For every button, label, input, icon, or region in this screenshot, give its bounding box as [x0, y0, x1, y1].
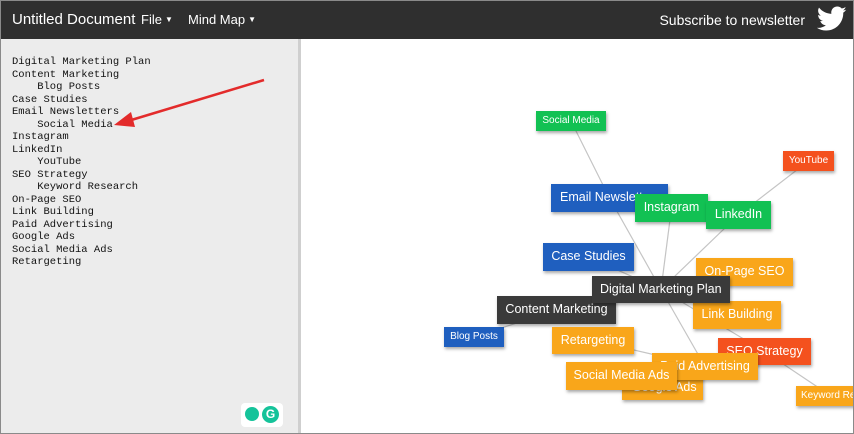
node-label: YouTube [788, 155, 829, 166]
mind-map-menu-label: Mind Map [188, 12, 246, 27]
node-youtube[interactable]: YouTube [783, 151, 834, 171]
node-case-studies[interactable]: Case Studies [543, 243, 634, 271]
node-label: Keyword Research [801, 390, 853, 401]
outline-line[interactable]: LinkedIn [12, 144, 151, 157]
outline-line[interactable]: SEO Strategy [12, 169, 151, 182]
mind-map-canvas[interactable]: Social Media YouTube Email Newsletters C… [301, 39, 853, 433]
node-social-media[interactable]: Social Media [536, 111, 606, 131]
lightbulb-icon[interactable] [245, 407, 259, 421]
grammarly-widget[interactable]: G [241, 403, 283, 427]
red-arrow-annotation [114, 78, 265, 127]
node-retargeting[interactable]: Retargeting [552, 327, 634, 354]
node-instagram[interactable]: Instagram [635, 194, 708, 222]
node-label: Content Marketing [505, 302, 608, 316]
node-label: Social Media Ads [573, 368, 670, 382]
node-label: Digital Marketing Plan [600, 282, 722, 296]
outline-line[interactable]: Link Building [12, 206, 151, 219]
file-menu-label: File [141, 12, 162, 27]
node-label: Instagram [643, 200, 700, 214]
node-keyword-research[interactable]: Keyword Research [796, 386, 853, 406]
outline-line[interactable]: Retargeting [12, 256, 151, 269]
node-digital-marketing-plan[interactable]: Digital Marketing Plan [592, 276, 730, 303]
chevron-down-icon: ▼ [248, 15, 256, 24]
outline-line[interactable]: Paid Advertising [12, 219, 151, 232]
grammarly-icon[interactable]: G [262, 406, 279, 423]
node-blog-posts[interactable]: Blog Posts [444, 327, 504, 347]
outline-line[interactable]: Google Ads [12, 231, 151, 244]
file-menu[interactable]: File ▼ [141, 12, 173, 27]
node-label: Social Media [542, 115, 600, 126]
outline-line[interactable]: Keyword Research [12, 181, 151, 194]
outline-line[interactable]: Social Media Ads [12, 244, 151, 257]
node-label: Retargeting [560, 333, 626, 347]
outline-line[interactable]: YouTube [12, 156, 151, 169]
top-navbar: Untitled Document File ▼ Mind Map ▼ Subscr… [1, 1, 853, 39]
node-link-building[interactable]: Link Building [693, 301, 781, 329]
node-linkedin[interactable]: LinkedIn [706, 201, 771, 229]
outline-line[interactable]: On-Page SEO [12, 194, 151, 207]
app-window: Untitled Document File ▼ Mind Map ▼ Subscr… [0, 0, 854, 434]
node-label: Blog Posts [450, 331, 498, 342]
node-label: Link Building [701, 307, 773, 321]
node-label: Case Studies [551, 249, 626, 263]
node-label: LinkedIn [714, 207, 763, 221]
mind-map-menu[interactable]: Mind Map ▼ [188, 12, 256, 27]
twitter-icon[interactable] [817, 6, 847, 32]
document-title[interactable]: Untitled Document [12, 11, 135, 28]
subscribe-newsletter-link[interactable]: Subscribe to newsletter [659, 12, 805, 28]
node-social-media-ads[interactable]: Social Media Ads [566, 362, 677, 390]
chevron-down-icon: ▼ [164, 15, 173, 24]
outline-line[interactable]: Digital Marketing Plan [12, 56, 151, 69]
